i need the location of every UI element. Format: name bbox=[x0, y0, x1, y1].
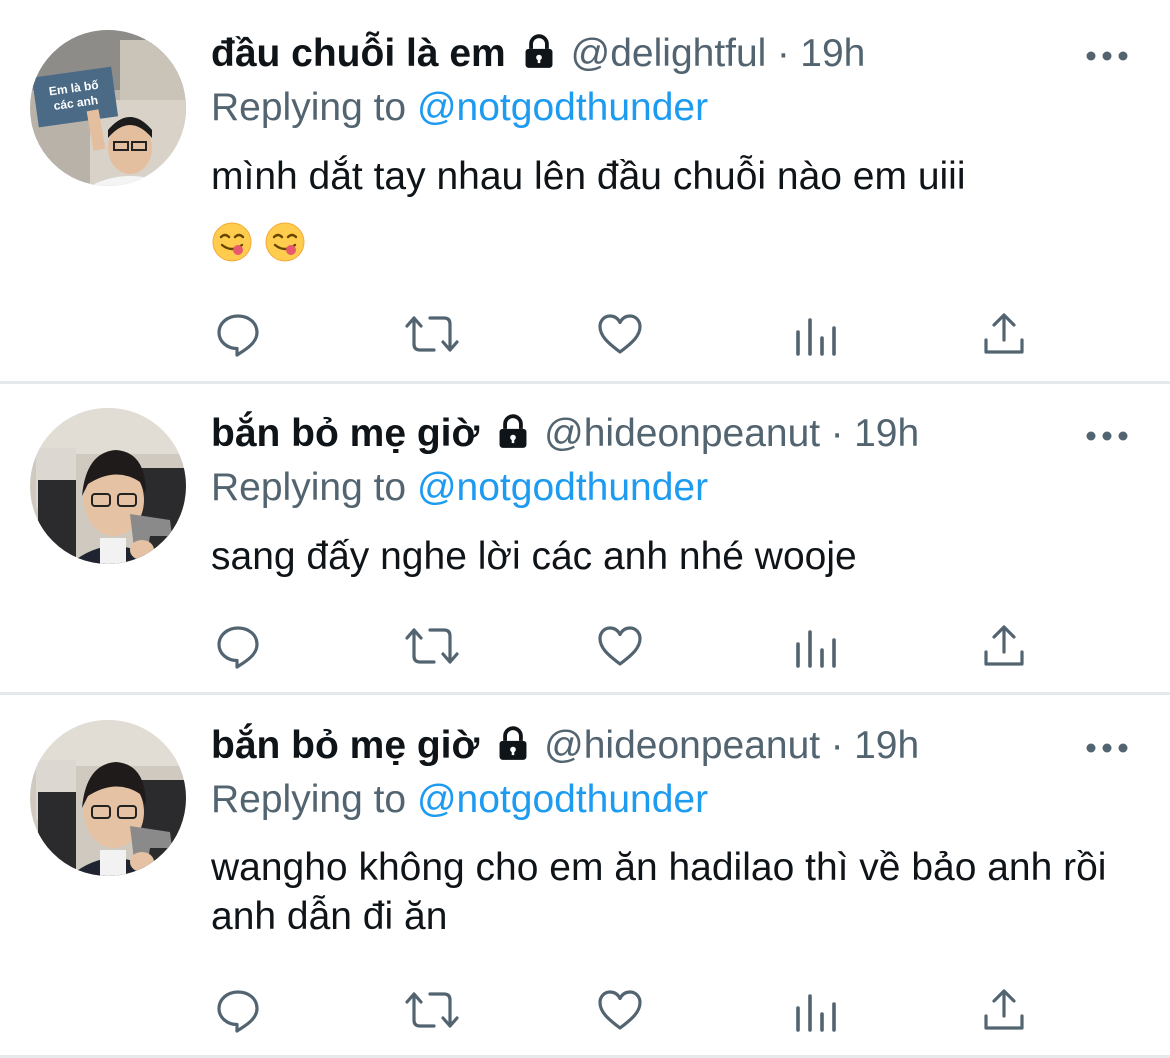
heart-icon[interactable] bbox=[596, 310, 644, 358]
share-icon[interactable] bbox=[980, 986, 1028, 1034]
more-icon[interactable] bbox=[1084, 738, 1130, 758]
replying-to: Replying to @notgodthunder bbox=[211, 778, 708, 822]
tweet-header: đầu chuỗi là em @delightful · 19h bbox=[211, 32, 865, 88]
reply-icon[interactable] bbox=[214, 310, 262, 358]
heart-icon[interactable] bbox=[596, 986, 644, 1034]
avatar[interactable] bbox=[30, 408, 186, 564]
separator: · bbox=[830, 412, 844, 455]
replying-to: Replying to @notgodthunder bbox=[211, 86, 708, 130]
share-icon[interactable] bbox=[980, 622, 1028, 670]
heart-icon[interactable] bbox=[596, 622, 644, 670]
display-name[interactable]: bắn bỏ mẹ giờ bbox=[211, 412, 479, 455]
retweet-icon[interactable] bbox=[404, 310, 460, 358]
mention-link[interactable]: @notgodthunder bbox=[417, 466, 708, 509]
user-handle[interactable]: @delightful bbox=[571, 32, 767, 75]
retweet-icon[interactable] bbox=[404, 622, 460, 670]
separator: · bbox=[776, 32, 790, 75]
tweet[interactable]: bắn bỏ mẹ giờ @hideonpeanut · 19h Replyi… bbox=[0, 695, 1170, 1058]
lock-icon bbox=[494, 413, 532, 456]
yum-emoji bbox=[212, 222, 252, 262]
action-bar bbox=[0, 986, 1170, 1034]
yum-emoji bbox=[265, 222, 305, 262]
replying-label: Replying to bbox=[211, 86, 417, 129]
mention-link[interactable]: @notgodthunder bbox=[417, 86, 708, 129]
analytics-icon[interactable] bbox=[792, 310, 840, 358]
tweet[interactable]: Em là bố các anh đầu chuỗi là em @deligh… bbox=[0, 0, 1170, 380]
action-bar bbox=[0, 310, 1170, 358]
emoji-row bbox=[211, 220, 321, 269]
separator: · bbox=[830, 724, 844, 767]
reply-icon[interactable] bbox=[214, 622, 262, 670]
tweet-header: bắn bỏ mẹ giờ @hideonpeanut · 19h bbox=[211, 724, 919, 780]
tweet-text: mình dắt tay nhau lên đầu chuỗi nào em u… bbox=[211, 155, 966, 198]
more-icon[interactable] bbox=[1084, 426, 1130, 446]
analytics-icon[interactable] bbox=[792, 622, 840, 670]
share-icon[interactable] bbox=[980, 310, 1028, 358]
tweet-header: bắn bỏ mẹ giờ @hideonpeanut · 19h bbox=[211, 412, 919, 468]
tweet-text: wangho không cho em ăn hadilao thì về bả… bbox=[211, 846, 1107, 938]
replying-label: Replying to bbox=[211, 778, 417, 821]
display-name[interactable]: đầu chuỗi là em bbox=[211, 32, 506, 75]
timestamp[interactable]: 19h bbox=[854, 412, 919, 455]
more-icon[interactable] bbox=[1084, 46, 1130, 66]
timestamp[interactable]: 19h bbox=[854, 724, 919, 767]
user-handle[interactable]: @hideonpeanut bbox=[544, 724, 820, 767]
analytics-icon[interactable] bbox=[792, 986, 840, 1034]
action-bar bbox=[0, 622, 1170, 670]
tweet-text: sang đấy nghe lời các anh nhé wooje bbox=[211, 535, 857, 578]
lock-icon bbox=[520, 33, 558, 76]
display-name[interactable]: bắn bỏ mẹ giờ bbox=[211, 724, 479, 767]
user-handle[interactable]: @hideonpeanut bbox=[544, 412, 820, 455]
lock-icon bbox=[494, 725, 532, 768]
tweet[interactable]: bắn bỏ mẹ giờ @hideonpeanut · 19h Replyi… bbox=[0, 384, 1170, 692]
timestamp[interactable]: 19h bbox=[800, 32, 865, 75]
replying-to: Replying to @notgodthunder bbox=[211, 466, 708, 510]
mention-link[interactable]: @notgodthunder bbox=[417, 778, 708, 821]
retweet-icon[interactable] bbox=[404, 986, 460, 1034]
avatar[interactable]: Em là bố các anh bbox=[30, 30, 186, 186]
reply-icon[interactable] bbox=[214, 986, 262, 1034]
replying-label: Replying to bbox=[211, 466, 417, 509]
avatar[interactable] bbox=[30, 720, 186, 876]
